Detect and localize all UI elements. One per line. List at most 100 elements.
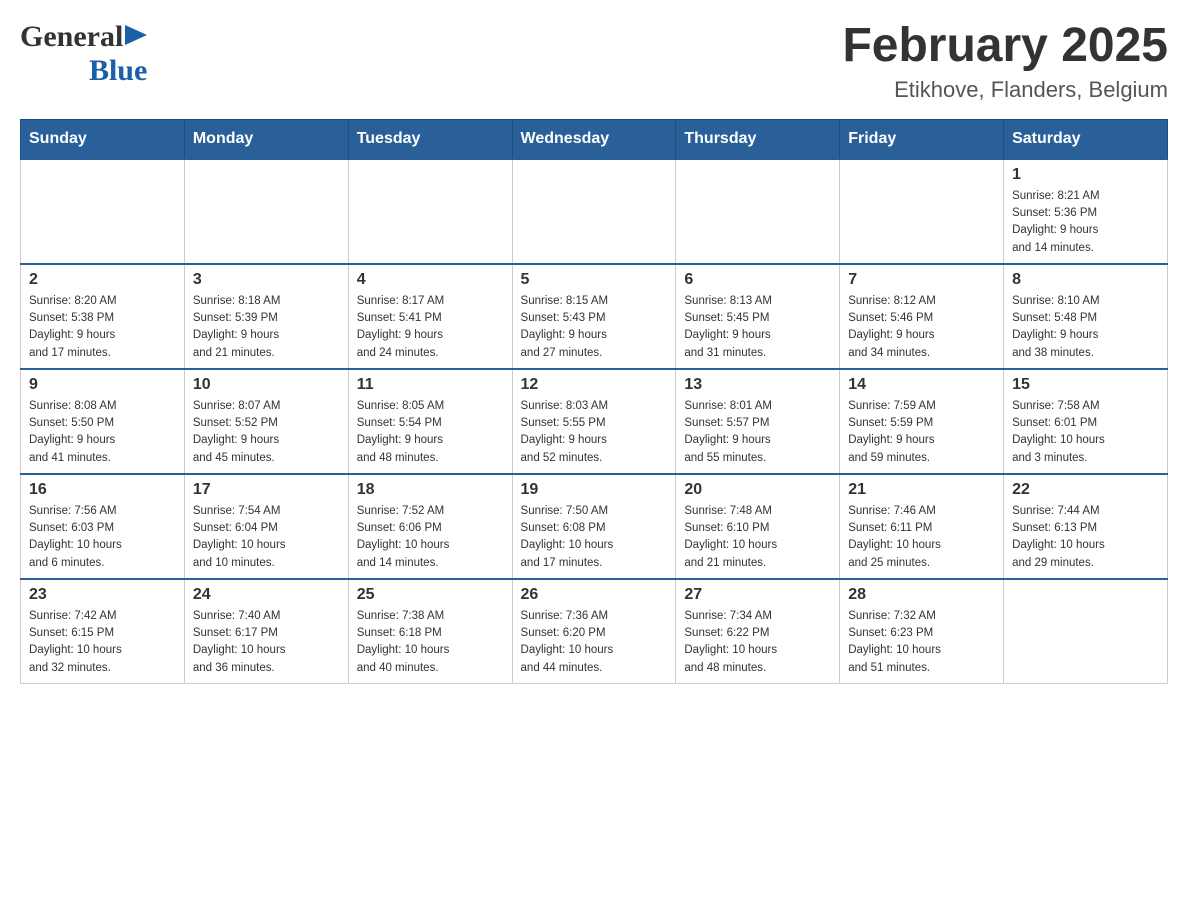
- calendar-header-row: SundayMondayTuesdayWednesdayThursdayFrid…: [21, 119, 1168, 159]
- day-info: Sunrise: 8:03 AM Sunset: 5:55 PM Dayligh…: [521, 398, 668, 467]
- day-number: 10: [193, 376, 340, 394]
- calendar-header-wednesday: Wednesday: [512, 119, 676, 159]
- calendar-table: SundayMondayTuesdayWednesdayThursdayFrid…: [20, 119, 1168, 684]
- calendar-cell: 21 Sunrise: 7:46 AM Sunset: 6:11 PM Dayli…: [840, 474, 1004, 579]
- calendar-cell: [840, 159, 1004, 264]
- calendar-header-tuesday: Tuesday: [348, 119, 512, 159]
- day-info: Sunrise: 7:40 AM Sunset: 6:17 PM Dayligh…: [193, 608, 340, 677]
- day-number: 26: [521, 586, 668, 604]
- day-info: Sunrise: 8:12 AM Sunset: 5:46 PM Dayligh…: [848, 293, 995, 362]
- calendar-cell: [512, 159, 676, 264]
- calendar-cell: [21, 159, 185, 264]
- day-number: 16: [29, 481, 176, 499]
- calendar-cell: 18 Sunrise: 7:52 AM Sunset: 6:06 PM Dayli…: [348, 474, 512, 579]
- day-info: Sunrise: 7:42 AM Sunset: 6:15 PM Dayligh…: [29, 608, 176, 677]
- day-info: Sunrise: 7:46 AM Sunset: 6:11 PM Dayligh…: [848, 503, 995, 572]
- calendar-cell: 10 Sunrise: 8:07 AM Sunset: 5:52 PM Dayli…: [184, 369, 348, 474]
- calendar-cell: 23 Sunrise: 7:42 AM Sunset: 6:15 PM Dayli…: [21, 579, 185, 684]
- day-number: 28: [848, 586, 995, 604]
- calendar-header-sunday: Sunday: [21, 119, 185, 159]
- day-info: Sunrise: 7:36 AM Sunset: 6:20 PM Dayligh…: [521, 608, 668, 677]
- calendar-header-thursday: Thursday: [676, 119, 840, 159]
- day-info: Sunrise: 8:10 AM Sunset: 5:48 PM Dayligh…: [1012, 293, 1159, 362]
- day-info: Sunrise: 7:32 AM Sunset: 6:23 PM Dayligh…: [848, 608, 995, 677]
- day-number: 3: [193, 271, 340, 289]
- calendar-cell: 28 Sunrise: 7:32 AM Sunset: 6:23 PM Dayli…: [840, 579, 1004, 684]
- calendar-cell: [676, 159, 840, 264]
- calendar-cell: 26 Sunrise: 7:36 AM Sunset: 6:20 PM Dayli…: [512, 579, 676, 684]
- logo-general-text: General: [20, 20, 123, 54]
- page-title: February 2025: [842, 20, 1168, 73]
- calendar-cell: 20 Sunrise: 7:48 AM Sunset: 6:10 PM Dayli…: [676, 474, 840, 579]
- day-info: Sunrise: 8:20 AM Sunset: 5:38 PM Dayligh…: [29, 293, 176, 362]
- day-number: 4: [357, 271, 504, 289]
- calendar-cell: 16Sunrise: 7:56 AM Sunset: 6:03 PM Dayli…: [21, 474, 185, 579]
- week-row-3: 9 Sunrise: 8:08 AM Sunset: 5:50 PM Daylig…: [21, 369, 1168, 474]
- day-info: Sunrise: 8:01 AM Sunset: 5:57 PM Dayligh…: [684, 398, 831, 467]
- day-info: Sunrise: 8:05 AM Sunset: 5:54 PM Dayligh…: [357, 398, 504, 467]
- day-number: 24: [193, 586, 340, 604]
- week-row-1: 1Sunrise: 8:21 AM Sunset: 5:36 PM Daylig…: [21, 159, 1168, 264]
- logo-blue-text: Blue: [89, 54, 147, 88]
- calendar-header-friday: Friday: [840, 119, 1004, 159]
- day-info: Sunrise: 7:52 AM Sunset: 6:06 PM Dayligh…: [357, 503, 504, 572]
- day-number: 14: [848, 376, 995, 394]
- day-info: Sunrise: 7:58 AM Sunset: 6:01 PM Dayligh…: [1012, 398, 1159, 467]
- title-block: February 2025 Etikhove, Flanders, Belgiu…: [842, 20, 1168, 103]
- calendar-cell: 3Sunrise: 8:18 AM Sunset: 5:39 PM Daylig…: [184, 264, 348, 369]
- calendar-cell: 27 Sunrise: 7:34 AM Sunset: 6:22 PM Dayli…: [676, 579, 840, 684]
- day-info: Sunrise: 8:17 AM Sunset: 5:41 PM Dayligh…: [357, 293, 504, 362]
- calendar-cell: [1004, 579, 1168, 684]
- day-info: Sunrise: 7:38 AM Sunset: 6:18 PM Dayligh…: [357, 608, 504, 677]
- calendar-cell: 11Sunrise: 8:05 AM Sunset: 5:54 PM Dayli…: [348, 369, 512, 474]
- calendar-cell: 1Sunrise: 8:21 AM Sunset: 5:36 PM Daylig…: [1004, 159, 1168, 264]
- day-number: 17: [193, 481, 340, 499]
- logo-arrow-icon: [125, 25, 147, 47]
- day-number: 7: [848, 271, 995, 289]
- calendar-cell: 5 Sunrise: 8:15 AM Sunset: 5:43 PM Daylig…: [512, 264, 676, 369]
- calendar-header-monday: Monday: [184, 119, 348, 159]
- day-number: 22: [1012, 481, 1159, 499]
- day-number: 2: [29, 271, 176, 289]
- day-info: Sunrise: 7:59 AM Sunset: 5:59 PM Dayligh…: [848, 398, 995, 467]
- day-number: 9: [29, 376, 176, 394]
- day-info: Sunrise: 8:08 AM Sunset: 5:50 PM Dayligh…: [29, 398, 176, 467]
- calendar-cell: [184, 159, 348, 264]
- day-info: Sunrise: 8:21 AM Sunset: 5:36 PM Dayligh…: [1012, 188, 1159, 257]
- week-row-4: 16Sunrise: 7:56 AM Sunset: 6:03 PM Dayli…: [21, 474, 1168, 579]
- page-subtitle: Etikhove, Flanders, Belgium: [842, 77, 1168, 103]
- calendar-cell: 2 Sunrise: 8:20 AM Sunset: 5:38 PM Daylig…: [21, 264, 185, 369]
- day-info: Sunrise: 7:34 AM Sunset: 6:22 PM Dayligh…: [684, 608, 831, 677]
- day-info: Sunrise: 7:54 AM Sunset: 6:04 PM Dayligh…: [193, 503, 340, 572]
- calendar-cell: 24 Sunrise: 7:40 AM Sunset: 6:17 PM Dayli…: [184, 579, 348, 684]
- calendar-cell: 8 Sunrise: 8:10 AM Sunset: 5:48 PM Daylig…: [1004, 264, 1168, 369]
- day-number: 8: [1012, 271, 1159, 289]
- calendar-cell: 12 Sunrise: 8:03 AM Sunset: 5:55 PM Dayli…: [512, 369, 676, 474]
- page-header: General Blue February 2025 Etikhove, Fla…: [20, 20, 1168, 103]
- day-number: 15: [1012, 376, 1159, 394]
- day-info: Sunrise: 8:13 AM Sunset: 5:45 PM Dayligh…: [684, 293, 831, 362]
- day-number: 12: [521, 376, 668, 394]
- calendar-cell: 22 Sunrise: 7:44 AM Sunset: 6:13 PM Dayli…: [1004, 474, 1168, 579]
- calendar-cell: 19 Sunrise: 7:50 AM Sunset: 6:08 PM Dayli…: [512, 474, 676, 579]
- day-number: 13: [684, 376, 831, 394]
- day-number: 18: [357, 481, 504, 499]
- week-row-2: 2 Sunrise: 8:20 AM Sunset: 5:38 PM Daylig…: [21, 264, 1168, 369]
- calendar-header-saturday: Saturday: [1004, 119, 1168, 159]
- day-info: Sunrise: 7:44 AM Sunset: 6:13 PM Dayligh…: [1012, 503, 1159, 572]
- calendar-cell: 17 Sunrise: 7:54 AM Sunset: 6:04 PM Dayli…: [184, 474, 348, 579]
- calendar-cell: 13 Sunrise: 8:01 AM Sunset: 5:57 PM Dayli…: [676, 369, 840, 474]
- day-number: 25: [357, 586, 504, 604]
- day-number: 21: [848, 481, 995, 499]
- week-row-5: 23 Sunrise: 7:42 AM Sunset: 6:15 PM Dayli…: [21, 579, 1168, 684]
- day-info: Sunrise: 8:15 AM Sunset: 5:43 PM Dayligh…: [521, 293, 668, 362]
- day-number: 5: [521, 271, 668, 289]
- calendar-cell: [348, 159, 512, 264]
- day-number: 23: [29, 586, 176, 604]
- day-number: 19: [521, 481, 668, 499]
- day-info: Sunrise: 7:48 AM Sunset: 6:10 PM Dayligh…: [684, 503, 831, 572]
- day-number: 20: [684, 481, 831, 499]
- day-number: 27: [684, 586, 831, 604]
- day-info: Sunrise: 7:50 AM Sunset: 6:08 PM Dayligh…: [521, 503, 668, 572]
- day-info: Sunrise: 8:07 AM Sunset: 5:52 PM Dayligh…: [193, 398, 340, 467]
